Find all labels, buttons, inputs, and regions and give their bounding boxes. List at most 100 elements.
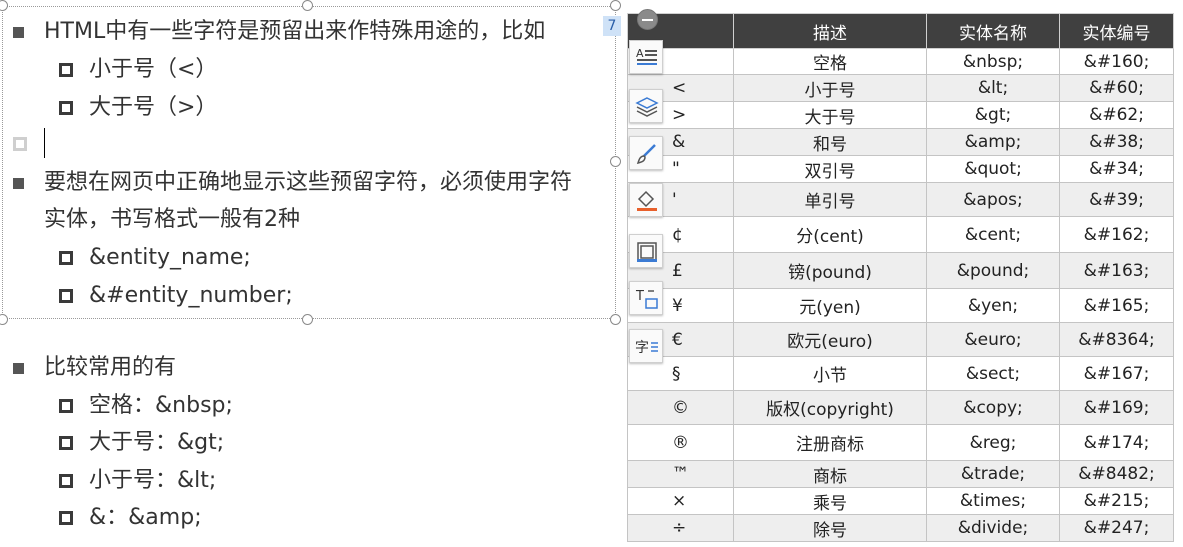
table-row: ¢ 分(cent) &cent; &#162; bbox=[627, 216, 1174, 253]
cell-symbol: © bbox=[627, 390, 734, 425]
cell-entity-name: &amp; bbox=[926, 128, 1060, 156]
cell-entity-name: &euro; bbox=[926, 322, 1060, 357]
bullet-hollow-icon bbox=[59, 474, 73, 488]
bullet-hollow-icon bbox=[59, 251, 73, 265]
cell-entity-number: &#160; bbox=[1059, 48, 1174, 75]
cell-entity-name: &trade; bbox=[926, 460, 1060, 488]
cell-description: 小节 bbox=[733, 356, 927, 391]
table-row: § 小节 &sect; &#167; bbox=[627, 356, 1174, 391]
cell-entity-number: &#167; bbox=[1059, 356, 1174, 391]
table-row: × 乘号 &times; &#215; bbox=[627, 487, 1174, 515]
cell-entity-number: &#174; bbox=[1059, 424, 1174, 461]
cell-entity-name: &times; bbox=[926, 487, 1060, 515]
resize-handle[interactable] bbox=[0, 314, 8, 325]
entity-table[interactable]: 描述 实体名称 实体编号 空格 &nbsp; &#160; < 小于号 &lt; &#60;… bbox=[627, 13, 1174, 542]
cell-description: 商标 bbox=[733, 460, 927, 488]
resize-handle[interactable] bbox=[610, 0, 621, 11]
slide-number-badge: 7 bbox=[603, 16, 621, 36]
cell-entity-number: &#39; bbox=[1059, 182, 1174, 217]
table-row: ® 注册商标 &reg; &#174; bbox=[627, 424, 1174, 461]
cell-entity-name: &cent; bbox=[926, 216, 1060, 253]
cell-symbol: ™ bbox=[627, 460, 734, 488]
cell-entity-number: &#34; bbox=[1059, 155, 1174, 183]
svg-text:字: 字 bbox=[635, 340, 649, 356]
bullet-hollow-icon bbox=[13, 137, 27, 151]
resize-handle[interactable] bbox=[302, 314, 313, 325]
cell-entity-name: &yen; bbox=[926, 288, 1060, 323]
cell-description: 和号 bbox=[733, 128, 927, 156]
table-row: ÷ 除号 &divide; &#247; bbox=[627, 514, 1174, 542]
cell-entity-number: &#169; bbox=[1059, 390, 1174, 425]
bullet-item: &#entity_number; bbox=[89, 283, 293, 308]
bullet-hollow-icon bbox=[59, 436, 73, 450]
fill-icon[interactable] bbox=[629, 183, 663, 217]
bullet-square-icon bbox=[13, 363, 24, 374]
cell-entity-number: &#162; bbox=[1059, 216, 1174, 253]
cell-entity-number: &#38; bbox=[1059, 128, 1174, 156]
bullet-item: &entity_name; bbox=[89, 245, 251, 270]
table-header-row: 描述 实体名称 实体编号 bbox=[627, 13, 1174, 49]
cell-entity-number: &#165; bbox=[1059, 288, 1174, 323]
cell-symbol: ÷ bbox=[627, 514, 734, 542]
table-row: < 小于号 &lt; &#60; bbox=[627, 74, 1174, 102]
cell-entity-name: &divide; bbox=[926, 514, 1060, 542]
cell-description: 小于号 bbox=[733, 74, 927, 102]
bullet-heading-continued: 实体，书写格式一般有2种 bbox=[44, 207, 300, 232]
header-entity-number: 实体编号 bbox=[1059, 13, 1174, 49]
resize-handle[interactable] bbox=[302, 0, 313, 11]
text-caret bbox=[44, 128, 45, 158]
cell-entity-name: &lt; bbox=[926, 74, 1060, 102]
cell-description: 单引号 bbox=[733, 182, 927, 217]
bullet-square-icon bbox=[13, 178, 24, 189]
bullet-item: &：&amp; bbox=[89, 505, 202, 530]
collapse-icon[interactable] bbox=[637, 9, 658, 30]
svg-text:T: T bbox=[635, 289, 644, 304]
layers-icon[interactable] bbox=[629, 89, 663, 123]
resize-handle[interactable] bbox=[610, 156, 621, 167]
cell-entity-name: &copy; bbox=[926, 390, 1060, 425]
table-row: © 版权(copyright) &copy; &#169; bbox=[627, 390, 1174, 425]
border-icon[interactable] bbox=[629, 234, 663, 268]
cell-entity-name: &pound; bbox=[926, 252, 1060, 289]
cell-entity-number: &#8482; bbox=[1059, 460, 1174, 488]
bullet-item: 空格：&nbsp; bbox=[89, 393, 233, 418]
cell-description: 注册商标 bbox=[733, 424, 927, 461]
resize-handle[interactable] bbox=[610, 314, 621, 325]
char-spacing-icon[interactable]: 字 bbox=[629, 329, 663, 363]
cell-description: 除号 bbox=[733, 514, 927, 542]
cell-entity-number: &#163; bbox=[1059, 252, 1174, 289]
bullet-item: 大于号（>） bbox=[89, 95, 218, 120]
cell-entity-number: &#215; bbox=[1059, 487, 1174, 515]
cell-entity-name: &apos; bbox=[926, 182, 1060, 217]
cell-description: 欧元(euro) bbox=[733, 322, 927, 357]
table-row: > 大于号 &gt; &#62; bbox=[627, 101, 1174, 129]
bullet-heading: 比较常用的有 bbox=[44, 355, 177, 380]
brush-icon[interactable] bbox=[629, 136, 663, 170]
cell-symbol: ® bbox=[627, 424, 734, 461]
cell-description: 版权(copyright) bbox=[733, 390, 927, 425]
table-row: ' 单引号 &apos; &#39; bbox=[627, 182, 1174, 217]
cell-description: 双引号 bbox=[733, 155, 927, 183]
cell-description: 元(yen) bbox=[733, 288, 927, 323]
cell-entity-number: &#60; bbox=[1059, 74, 1174, 102]
bullet-hollow-icon bbox=[59, 399, 73, 413]
table-row: 空格 &nbsp; &#160; bbox=[627, 48, 1174, 75]
cell-entity-name: &nbsp; bbox=[926, 48, 1060, 75]
cell-description: 分(cent) bbox=[733, 216, 927, 253]
cell-entity-name: &quot; bbox=[926, 155, 1060, 183]
cell-entity-number: &#62; bbox=[1059, 101, 1174, 129]
cell-entity-name: &gt; bbox=[926, 101, 1060, 129]
text-align-icon[interactable]: A bbox=[629, 40, 663, 74]
bullet-heading: 要想在网页中正确地显示这些预留字符，必须使用字符 bbox=[44, 170, 573, 195]
cell-description: 空格 bbox=[733, 48, 927, 75]
bullet-item: 小于号：&lt; bbox=[89, 468, 217, 493]
bullet-square-icon bbox=[13, 27, 24, 38]
table-row: ¥ 元(yen) &yen; &#165; bbox=[627, 288, 1174, 323]
svg-text:A: A bbox=[636, 47, 644, 60]
slide-textbox[interactable] bbox=[2, 6, 616, 319]
cell-description: 乘号 bbox=[733, 487, 927, 515]
text-box-icon[interactable]: T bbox=[629, 281, 663, 315]
table-row: " 双引号 &quot; &#34; bbox=[627, 155, 1174, 183]
cell-symbol: × bbox=[627, 487, 734, 515]
bullet-hollow-icon bbox=[59, 289, 73, 303]
